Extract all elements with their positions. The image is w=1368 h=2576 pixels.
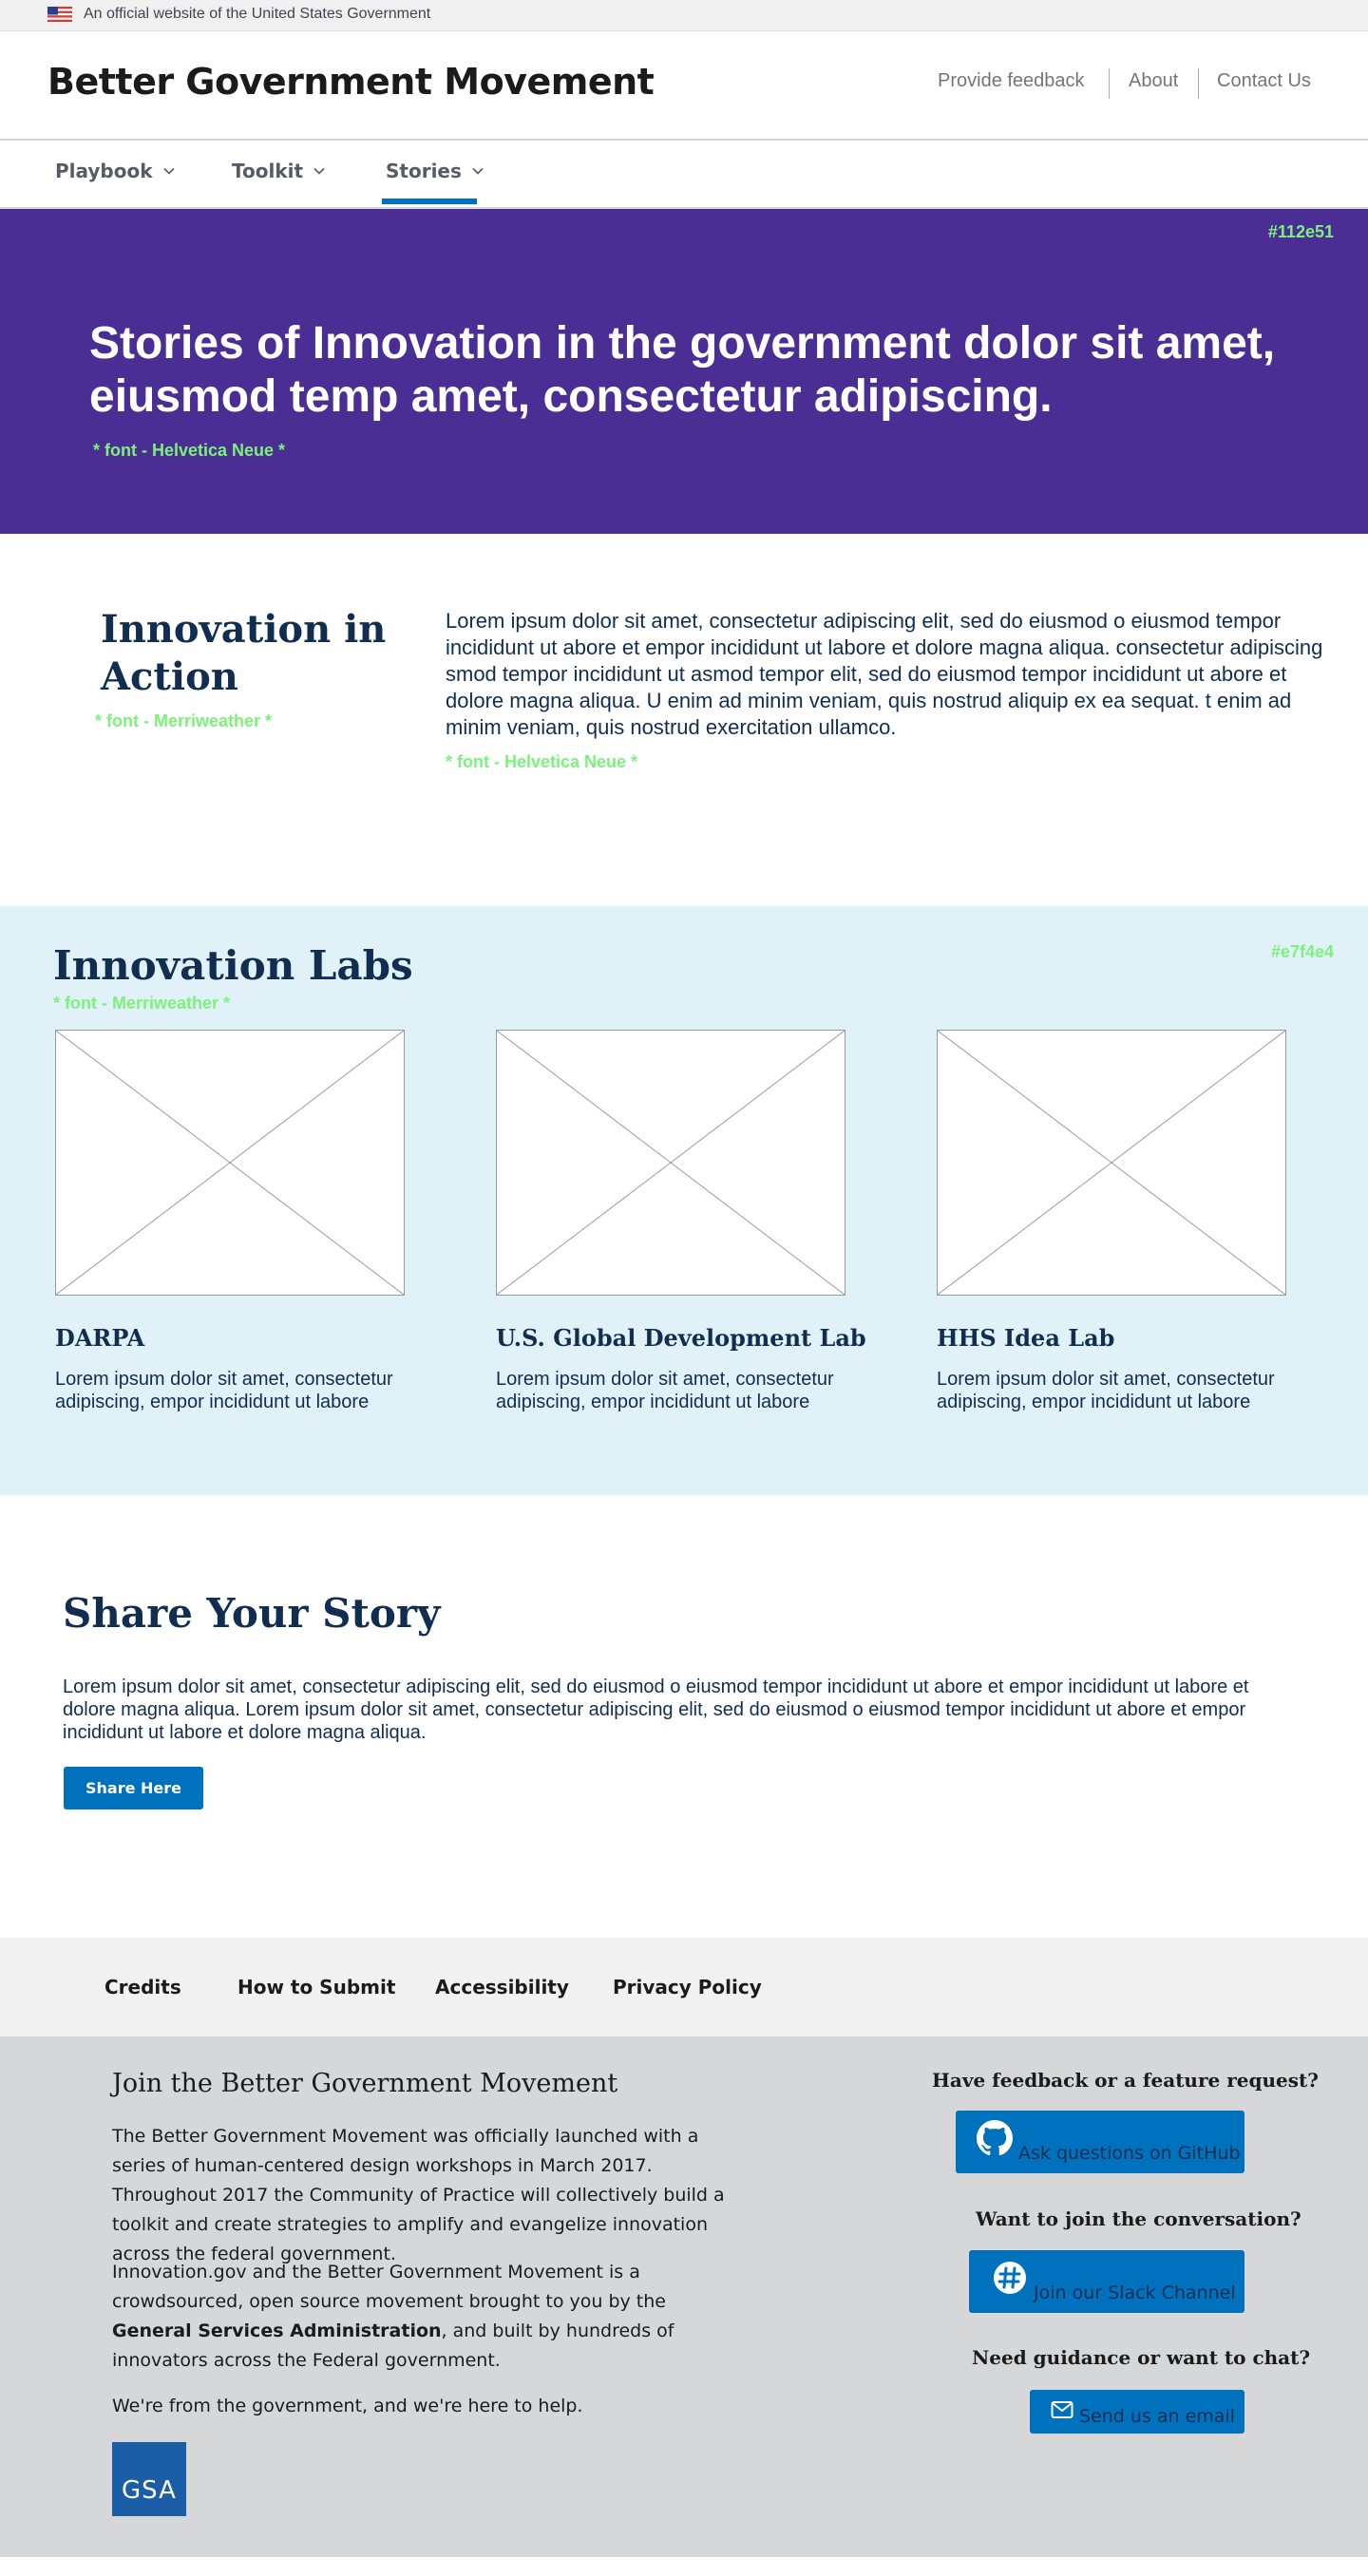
provide-feedback-link[interactable]: Provide feedback [938, 70, 1085, 92]
footer-link-privacy-policy[interactable]: Privacy Policy [613, 1976, 762, 1998]
contact-us-link[interactable]: Contact Us [1217, 70, 1311, 92]
about-link[interactable]: About [1129, 70, 1178, 92]
chevron-down-icon [162, 167, 175, 175]
lab-description: Lorem ipsum dolor sit amet, consectetur … [496, 1369, 834, 1412]
join-title: Join the Better Government Movement [112, 2069, 618, 2098]
mail-icon [1051, 2401, 1074, 2418]
lab-image-placeholder[interactable] [496, 1030, 846, 1296]
image-placeholder-icon [497, 1031, 845, 1295]
page-bottom-margin [0, 2557, 1368, 2576]
image-placeholder-icon [938, 1031, 1285, 1295]
innovation-in-action-title: Innovation in Action [101, 607, 387, 699]
header-divider-line [0, 139, 1368, 141]
lab-image-placeholder[interactable] [55, 1030, 405, 1296]
gov-banner-text: An official website of the United States… [84, 6, 431, 22]
lab-name-global-development-lab[interactable]: U.S. Global Development Lab [496, 1324, 866, 1352]
github-icon [977, 2120, 1013, 2156]
email-button[interactable]: Send us an email [1030, 2390, 1244, 2434]
footer-main: Join the Better Government Movement The … [0, 2036, 1368, 2557]
header-divider [1198, 68, 1199, 99]
innovation-labs-color-note: #e7f4e4 [1270, 942, 1334, 961]
gsa-link[interactable]: General Services Administration [112, 2320, 442, 2341]
gsa-logo[interactable]: GSA [112, 2442, 186, 2516]
hero-section: #112e51 Stories of Innovation in the gov… [0, 209, 1368, 534]
lab-image-placeholder[interactable] [937, 1030, 1286, 1296]
email-button-label: Send us an email [1079, 2406, 1235, 2427]
hero-title: Stories of Innovation in the government … [89, 318, 1276, 422]
innovation-in-action-body: Lorem ipsum dolor sit amet, consectetur … [446, 609, 1323, 739]
us-flag-icon [48, 7, 72, 22]
footer-link-how-to-submit[interactable]: How to Submit [238, 1976, 395, 1998]
innovation-labs-font-note: * font - Merriweather * [53, 994, 231, 1013]
lab-description: Lorem ipsum dolor sit amet, consectetur … [55, 1369, 393, 1412]
nav-item-toolkit[interactable]: Toolkit [232, 160, 326, 182]
footer-link-accessibility[interactable]: Accessibility [435, 1976, 569, 1998]
innovation-in-action-font-note: * font - Merriweather * [95, 711, 273, 730]
join-paragraph: We're from the government, and we're her… [112, 2396, 583, 2416]
join-paragraph: The Better Government Movement was offic… [112, 2126, 725, 2264]
github-button-label: Ask questions on GitHub [1018, 2143, 1241, 2164]
join-paragraph-text: Innovation.gov and the Better Government… [112, 2262, 666, 2312]
conversation-question: Want to join the conversation? [976, 2207, 1302, 2230]
image-placeholder-icon [56, 1031, 404, 1295]
share-your-story-body: Lorem ipsum dolor sit amet, consectetur … [63, 1676, 1249, 1743]
nav-item-stories[interactable]: Stories [386, 160, 484, 182]
guidance-question: Need guidance or want to chat? [972, 2346, 1311, 2369]
feedback-question: Have feedback or a feature request? [932, 2069, 1319, 2092]
hero-font-note: * font - Helvetica Neue * [93, 441, 286, 460]
share-your-story-title: Share Your Story [63, 1590, 441, 1637]
hero-color-note: #112e51 [1267, 222, 1334, 241]
slack-button[interactable]: Join our Slack Channel [969, 2250, 1244, 2313]
footer-links-bar: Credits How to Submit Accessibility Priv… [0, 1938, 1368, 2036]
innovation-labs-section: Innovation Labs * font - Merriweather * … [0, 906, 1368, 1495]
header-divider [1109, 68, 1110, 99]
innovation-labs-title: Innovation Labs [53, 942, 413, 989]
lab-description: Lorem ipsum dolor sit amet, consectetur … [937, 1369, 1275, 1412]
chevron-down-icon [314, 167, 325, 175]
join-paragraph: Innovation.gov and the Better Government… [112, 2258, 739, 2376]
nav-item-playbook[interactable]: Playbook [55, 160, 176, 182]
nav-item-label: Stories [386, 160, 462, 182]
nav-active-indicator [382, 199, 477, 204]
lab-name-hhs-idea-lab[interactable]: HHS Idea Lab [937, 1324, 1114, 1352]
nav-item-label: Toolkit [232, 160, 304, 182]
footer-link-credits[interactable]: Credits [104, 1976, 181, 1998]
share-here-button[interactable]: Share Here [64, 1767, 203, 1809]
gov-banner: An official website of the United States… [0, 0, 1368, 31]
site-title[interactable]: Better Government Movement [48, 61, 655, 103]
slack-button-label: Join our Slack Channel [1034, 2282, 1236, 2303]
github-button[interactable]: Ask questions on GitHub [956, 2111, 1244, 2173]
slack-icon [994, 2262, 1026, 2294]
chevron-down-icon [472, 167, 484, 175]
lab-name-darpa[interactable]: DARPA [55, 1324, 144, 1352]
innovation-in-action-body-font-note: * font - Helvetica Neue * [446, 752, 638, 771]
nav-item-label: Playbook [55, 160, 153, 182]
